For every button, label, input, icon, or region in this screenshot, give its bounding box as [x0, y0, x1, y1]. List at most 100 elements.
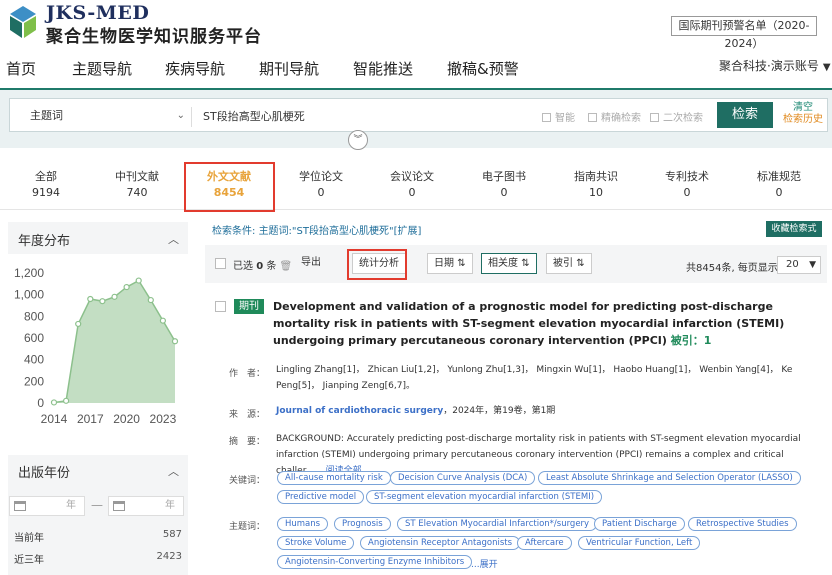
y-tick-label: 600 [24, 331, 44, 345]
tab-count: 0 [775, 186, 783, 199]
chevron-up-icon: ︿ [168, 233, 179, 246]
tab-theses[interactable]: 学位论文 0 [276, 168, 366, 199]
cited-label: 被引： [670, 334, 704, 347]
pub-row-current-year[interactable]: 当前年 587 [14, 529, 182, 544]
keyword-chip[interactable]: ST-segment elevation myocardial infarcti… [366, 490, 603, 504]
export-button[interactable]: 导出 [295, 253, 327, 274]
keyword-chip[interactable]: All-cause mortality risk [277, 471, 391, 485]
search-condition-value: 主题词:"ST段抬高型心肌梗死"[扩展] [258, 226, 422, 237]
brand-name-cn: 聚合生物医学知识服务平台 [46, 27, 262, 47]
subject-chip[interactable]: Patient Discharge [594, 517, 685, 531]
chevron-down-icon: ▼ [822, 62, 831, 73]
tab-patents[interactable]: 专利技术 0 [642, 168, 732, 199]
search-section: 主题词 ⌄ ST段抬高型心肌梗死 智能 精确检索 二次检索 检索 清空 检索历史… [0, 88, 832, 150]
data-point [111, 293, 118, 300]
sort-icon: ⇅ [521, 258, 530, 269]
keywords-label: 关键词： [229, 476, 266, 486]
expand-subjects-link[interactable]: ...展开 [471, 557, 498, 570]
data-point [62, 397, 70, 404]
selected-unit: 条 [266, 261, 277, 272]
subject-chip[interactable]: ST Elevation Myocardial Infarction*/surg… [397, 517, 598, 531]
search-box: 主题词 ⌄ ST段抬高型心肌梗死 智能 精确检索 二次检索 检索 清空 检索历史 [9, 98, 828, 132]
chevron-up-icon[interactable]: ︿ [168, 463, 179, 479]
tab-standards[interactable]: 标准规范 0 [734, 168, 824, 199]
tab-count: 0 [408, 186, 416, 199]
tab-cn-journals[interactable]: 中刊文献 740 [92, 168, 182, 199]
data-point [135, 277, 142, 284]
option-exact[interactable]: 精确检索 [588, 109, 641, 124]
checkbox-icon [588, 113, 597, 122]
trash-icon[interactable]: 🗑 [280, 261, 293, 272]
sort-cited-button[interactable]: 被引 ⇅ [546, 253, 592, 274]
record-checkbox[interactable] [215, 301, 226, 312]
nav-push[interactable]: 智能推送 [353, 58, 413, 79]
history-link[interactable]: 检索历史 [783, 114, 823, 126]
nav-journal[interactable]: 期刊导航 [259, 58, 319, 79]
search-input[interactable]: ST段抬高型心肌梗死 [203, 108, 305, 124]
brand-name-en: JKS-MED [46, 2, 150, 24]
tab-count: 0 [500, 186, 508, 199]
pub-row-count: 587 [162, 529, 182, 540]
nav-disease[interactable]: 疾病导航 [165, 58, 225, 79]
tab-count: 740 [126, 186, 148, 199]
range-dash: — [91, 498, 103, 512]
abstract-label: 摘 要： [229, 437, 266, 447]
search-button[interactable]: 检索 [717, 102, 773, 128]
account-menu[interactable]: 聚合科技·演示账号 ▼ [719, 57, 831, 74]
keyword-chip[interactable]: Least Absolute Shrinkage and Selection O… [538, 471, 801, 485]
sort-date-button[interactable]: 日期 ⇅ [427, 253, 473, 274]
keyword-chip[interactable]: Predictive model [277, 490, 365, 504]
year-to-label: 年 [165, 500, 175, 511]
data-point [99, 298, 106, 305]
tab-label: 全部 [35, 170, 57, 183]
record-title[interactable]: Development and validation of a prognost… [273, 298, 813, 349]
subject-chip[interactable]: Prognosis [334, 517, 391, 531]
tab-guidelines[interactable]: 指南共识 10 [551, 168, 641, 199]
keyword-chip[interactable]: Decision Curve Analysis (DCA) [390, 471, 536, 485]
search-field-select[interactable]: 主题词 ⌄ [20, 107, 192, 127]
tab-all[interactable]: 全部 9194 [1, 168, 91, 199]
tab-label: 中刊文献 [115, 170, 159, 183]
journal-link[interactable]: Journal of cardiothoracic surgery [276, 406, 443, 416]
subject-chip[interactable]: Stroke Volume [277, 536, 355, 550]
chevron-down-icon: ⌄ [176, 110, 185, 121]
record-authors[interactable]: Lingling Zhang[1]， Zhican Liu[1,2]， Yunl… [276, 362, 816, 394]
option-smart-label: 智能 [555, 113, 575, 124]
clear-link[interactable]: 清空 [783, 102, 823, 114]
year-distribution-header[interactable]: 年度分布 ︿ [8, 222, 188, 254]
expand-toggle-icon[interactable]: ︾ [348, 130, 368, 150]
subject-chip[interactable]: Angiotensin-Converting Enzyme Inhibitors [277, 555, 473, 569]
subject-chip[interactable]: Ventricular Function, Left [578, 536, 701, 550]
account-name: 聚合科技·演示账号 [719, 59, 819, 73]
pub-year-title: 出版年份 [18, 466, 71, 481]
nav-home[interactable]: 首页 [6, 58, 36, 79]
tab-conference[interactable]: 会议论文 0 [367, 168, 457, 199]
data-point [159, 317, 166, 324]
tab-count: 0 [317, 186, 325, 199]
subject-chip[interactable]: Humans [277, 517, 329, 531]
subjects-label: 主题词： [229, 522, 266, 532]
select-all-checkbox[interactable] [215, 258, 226, 269]
journal-warning-list-button[interactable]: 国际期刊预警名单（2020-2024） [671, 16, 817, 50]
option-smart[interactable]: 智能 [542, 109, 575, 124]
subject-chip[interactable]: Angiotensin Receptor Antagonists [360, 536, 521, 550]
nav-retraction[interactable]: 撤稿&预警 [447, 58, 519, 79]
nav-topic[interactable]: 主题导航 [72, 58, 132, 79]
year-to-input[interactable]: 年 [108, 496, 184, 516]
source-details: ，2024年，第19卷，第1期 [443, 406, 556, 416]
x-tick-label: 2017 [77, 412, 104, 426]
save-query-button[interactable]: 收藏检索式 [766, 221, 822, 237]
pub-row-last-three-years[interactable]: 近三年 2423 [14, 551, 182, 566]
year-from-input[interactable]: 年 [9, 496, 85, 516]
data-point [171, 338, 179, 345]
sort-relevance-button[interactable]: 相关度 ⇅ [481, 253, 537, 274]
subject-chip[interactable]: Retrospective Studies [688, 517, 797, 531]
data-point [123, 283, 130, 291]
data-point [75, 320, 82, 328]
page-size-select[interactable]: 20 ▼ [777, 256, 821, 274]
option-secondary[interactable]: 二次检索 [650, 109, 703, 124]
tab-ebooks[interactable]: 电子图书 0 [459, 168, 549, 199]
subject-chip[interactable]: Aftercare [517, 536, 572, 550]
sort-date-label: 日期 [434, 258, 454, 269]
main-nav: 首页 主题导航 疾病导航 期刊导航 智能推送 撤稿&预警 聚合科技·演示账号 ▼ [0, 54, 832, 82]
